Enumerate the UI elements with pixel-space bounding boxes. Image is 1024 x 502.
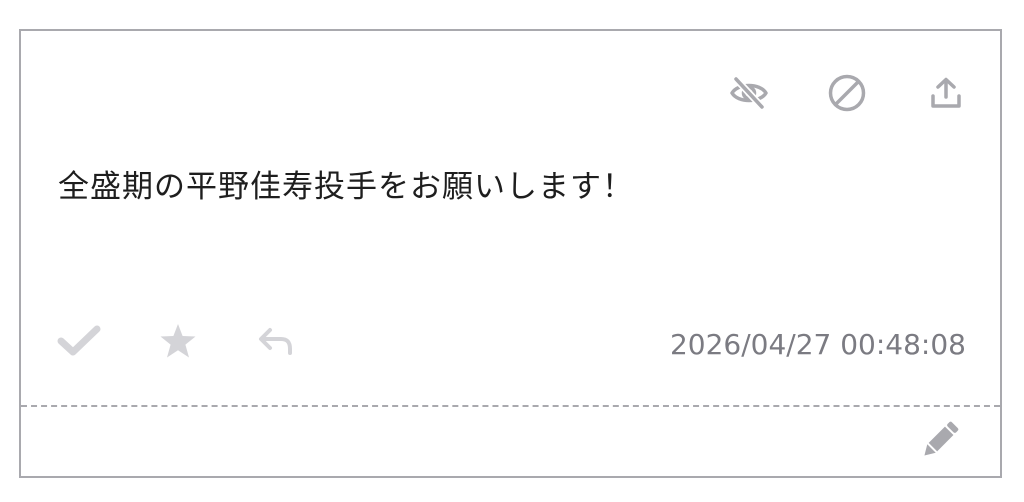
favorite-button[interactable] <box>154 323 202 363</box>
answered-button[interactable] <box>55 323 103 363</box>
question-card: 全盛期の平野佳寿投手をお願いします！ 2026/04/27 00:48:08 <box>19 29 1002 478</box>
share-button[interactable] <box>924 71 968 115</box>
ban-icon <box>827 73 867 113</box>
upload-icon <box>929 76 963 110</box>
reply-icon <box>257 325 295 361</box>
hide-button[interactable] <box>727 71 771 115</box>
block-button[interactable] <box>825 71 869 115</box>
question-text: 全盛期の平野佳寿投手をお願いします！ <box>58 169 634 205</box>
eye-slash-icon <box>729 76 769 110</box>
divider <box>21 405 1000 407</box>
check-icon <box>57 325 101 361</box>
edit-button[interactable] <box>916 418 964 466</box>
star-icon <box>159 323 197 363</box>
pencil-icon <box>917 417 963 467</box>
reply-button[interactable] <box>252 323 300 363</box>
post-timestamp: 2026/04/27 00:48:08 <box>669 328 966 361</box>
